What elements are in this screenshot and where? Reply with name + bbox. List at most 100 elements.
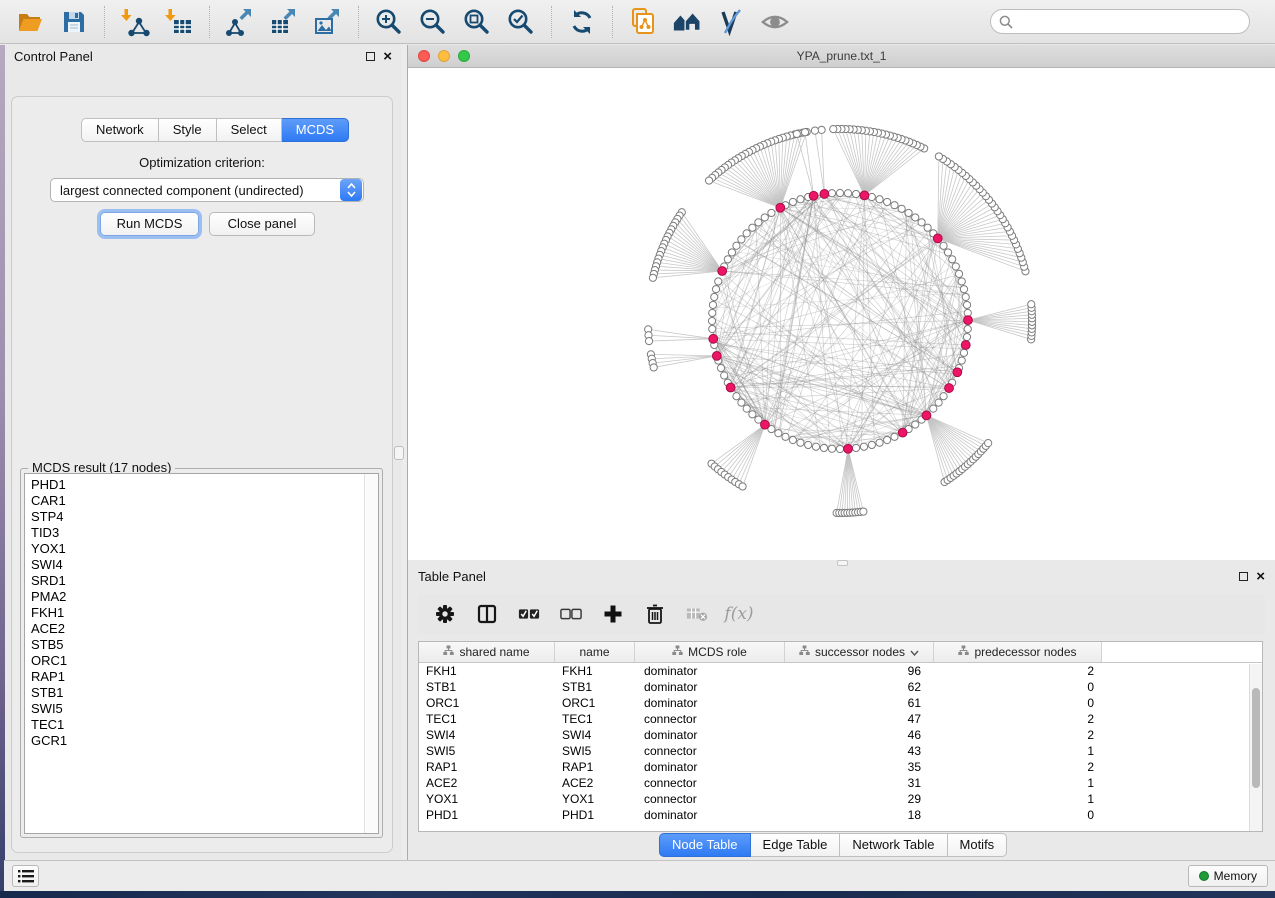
float-panel-icon[interactable] — [366, 52, 375, 61]
cell-name[interactable]: ACE2 — [555, 776, 635, 790]
mcds-result-item[interactable]: YOX1 — [25, 541, 378, 557]
column-header-MCDS-role[interactable]: MCDS role — [635, 642, 785, 662]
cell-predecessor-nodes[interactable]: 1 — [934, 744, 1102, 758]
cell-predecessor-nodes[interactable]: 2 — [934, 664, 1102, 678]
criterion-dropdown[interactable]: largest connected component (undirected) — [50, 178, 364, 202]
memory-button[interactable]: Memory — [1188, 865, 1268, 887]
mcds-result-item[interactable]: GCR1 — [25, 733, 378, 749]
cell-name[interactable]: PHD1 — [555, 808, 635, 822]
divider-handle[interactable] — [394, 446, 404, 460]
cell-predecessor-nodes[interactable]: 2 — [934, 728, 1102, 742]
hide-details-icon[interactable] — [716, 7, 746, 37]
cell-MCDS-role[interactable]: dominator — [635, 680, 785, 694]
select-all-icon[interactable] — [518, 603, 540, 625]
table-row[interactable]: ACE2ACE2connector311 — [419, 775, 1262, 791]
zoom-fit-icon[interactable] — [462, 7, 492, 37]
cell-name[interactable]: ORC1 — [555, 696, 635, 710]
cell-name[interactable]: SWI5 — [555, 744, 635, 758]
column-header-name[interactable]: name — [555, 642, 635, 662]
cell-predecessor-nodes[interactable]: 0 — [934, 680, 1102, 694]
task-history-button[interactable] — [12, 865, 39, 887]
mcds-result-item[interactable]: SRD1 — [25, 573, 378, 589]
houses-icon[interactable] — [672, 7, 702, 37]
cell-MCDS-role[interactable]: dominator — [635, 760, 785, 774]
zoom-selected-icon[interactable] — [506, 7, 536, 37]
mcds-result-item[interactable]: SWI5 — [25, 701, 378, 717]
column-header-successor-nodes[interactable]: successor nodes — [785, 642, 934, 662]
mcds-result-item[interactable]: CAR1 — [25, 493, 378, 509]
close-panel-icon[interactable]: × — [1256, 572, 1265, 582]
search-input[interactable] — [1018, 14, 1241, 30]
import-network-icon[interactable] — [120, 7, 150, 37]
table-row[interactable]: ORC1ORC1dominator610 — [419, 695, 1262, 711]
cell-predecessor-nodes[interactable]: 0 — [934, 808, 1102, 822]
table-row[interactable]: TEC1TEC1connector472 — [419, 711, 1262, 727]
cell-MCDS-role[interactable]: dominator — [635, 728, 785, 742]
cell-shared-name[interactable]: PHD1 — [419, 808, 555, 822]
cell-MCDS-role[interactable]: dominator — [635, 664, 785, 678]
show-columns-icon[interactable] — [476, 603, 498, 625]
cell-successor-nodes[interactable]: 29 — [785, 792, 934, 806]
cell-successor-nodes[interactable]: 31 — [785, 776, 934, 790]
mcds-result-item[interactable]: ORC1 — [25, 653, 378, 669]
float-panel-icon[interactable] — [1239, 572, 1248, 581]
open-session-icon[interactable] — [15, 7, 45, 37]
cell-successor-nodes[interactable]: 61 — [785, 696, 934, 710]
cell-MCDS-role[interactable]: dominator — [635, 696, 785, 710]
mcds-result-item[interactable]: TID3 — [25, 525, 378, 541]
cell-shared-name[interactable]: SWI5 — [419, 744, 555, 758]
table-row[interactable]: YOX1YOX1connector291 — [419, 791, 1262, 807]
mcds-result-item[interactable]: STP4 — [25, 509, 378, 525]
export-network-icon[interactable] — [225, 7, 255, 37]
export-table-icon[interactable] — [269, 7, 299, 37]
cell-successor-nodes[interactable]: 62 — [785, 680, 934, 694]
run-mcds-button[interactable]: Run MCDS — [100, 212, 199, 236]
cell-successor-nodes[interactable]: 46 — [785, 728, 934, 742]
save-session-icon[interactable] — [59, 7, 89, 37]
import-table-icon[interactable] — [164, 7, 194, 37]
mcds-result-item[interactable]: STB5 — [25, 637, 378, 653]
tab-network-table[interactable]: Network Table — [840, 833, 947, 857]
cell-shared-name[interactable]: RAP1 — [419, 760, 555, 774]
table-row[interactable]: SWI5SWI5connector431 — [419, 743, 1262, 759]
export-image-icon[interactable] — [313, 7, 343, 37]
tab-node-table[interactable]: Node Table — [659, 833, 751, 857]
cell-name[interactable]: RAP1 — [555, 760, 635, 774]
column-header-shared-name[interactable]: shared name — [419, 642, 555, 662]
cell-name[interactable]: SWI4 — [555, 728, 635, 742]
table-row[interactable]: STB1STB1dominator620 — [419, 679, 1262, 695]
cell-name[interactable]: TEC1 — [555, 712, 635, 726]
zoom-out-icon[interactable] — [418, 7, 448, 37]
table-row[interactable]: RAP1RAP1dominator352 — [419, 759, 1262, 775]
cell-predecessor-nodes[interactable]: 1 — [934, 792, 1102, 806]
table-row[interactable]: FKH1FKH1dominator962 — [419, 663, 1262, 679]
close-panel-icon[interactable]: × — [383, 52, 392, 62]
refresh-icon[interactable] — [567, 7, 597, 37]
cell-successor-nodes[interactable]: 35 — [785, 760, 934, 774]
cell-shared-name[interactable]: STB1 — [419, 680, 555, 694]
tab-mcds[interactable]: MCDS — [282, 118, 349, 142]
mcds-result-item[interactable]: ACE2 — [25, 621, 378, 637]
cell-name[interactable]: FKH1 — [555, 664, 635, 678]
cell-MCDS-role[interactable]: dominator — [635, 808, 785, 822]
cell-predecessor-nodes[interactable]: 1 — [934, 776, 1102, 790]
mcds-result-item[interactable]: RAP1 — [25, 669, 378, 685]
table-row[interactable]: SWI4SWI4dominator462 — [419, 727, 1262, 743]
mcds-result-list[interactable]: PHD1CAR1STP4TID3YOX1SWI4SRD1PMA2FKH1ACE2… — [24, 473, 379, 834]
table-settings-gear-icon[interactable] — [434, 603, 456, 625]
cell-predecessor-nodes[interactable]: 0 — [934, 696, 1102, 710]
tab-motifs[interactable]: Motifs — [948, 833, 1008, 857]
cell-name[interactable]: STB1 — [555, 680, 635, 694]
mcds-list-scrollbar[interactable] — [364, 474, 378, 833]
cell-MCDS-role[interactable]: connector — [635, 792, 785, 806]
cell-predecessor-nodes[interactable]: 2 — [934, 760, 1102, 774]
tab-select[interactable]: Select — [217, 118, 282, 142]
column-header-predecessor-nodes[interactable]: predecessor nodes — [934, 642, 1102, 662]
cell-successor-nodes[interactable]: 47 — [785, 712, 934, 726]
cell-shared-name[interactable]: YOX1 — [419, 792, 555, 806]
cell-shared-name[interactable]: ACE2 — [419, 776, 555, 790]
cell-successor-nodes[interactable]: 43 — [785, 744, 934, 758]
mcds-result-item[interactable]: FKH1 — [25, 605, 378, 621]
mcds-result-item[interactable]: SWI4 — [25, 557, 378, 573]
tab-style[interactable]: Style — [159, 118, 217, 142]
